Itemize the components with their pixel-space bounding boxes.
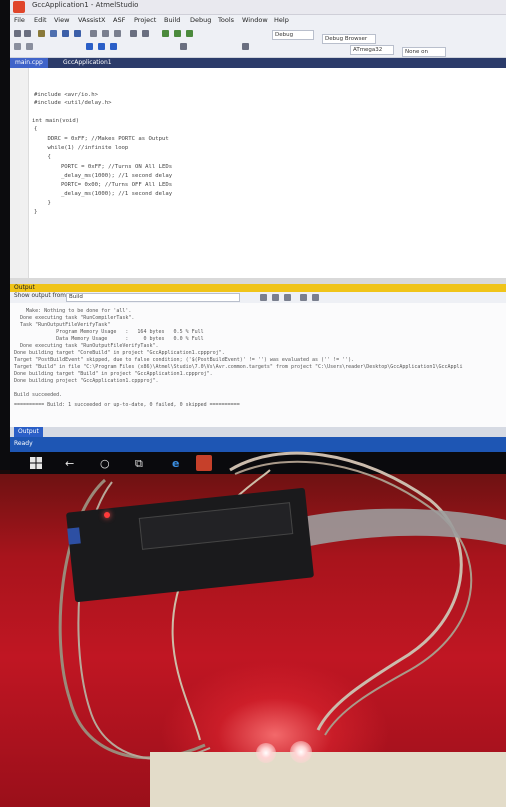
ribbon-cable — [290, 508, 506, 548]
breadboard — [150, 752, 506, 807]
red-led-left — [256, 743, 276, 763]
photo: GccApplication1 - AtmelStudio File Edit … — [0, 0, 506, 807]
power-led — [104, 512, 110, 518]
reset-button — [67, 527, 81, 545]
red-led-right — [290, 741, 312, 763]
wiring-svg — [58, 451, 506, 760]
